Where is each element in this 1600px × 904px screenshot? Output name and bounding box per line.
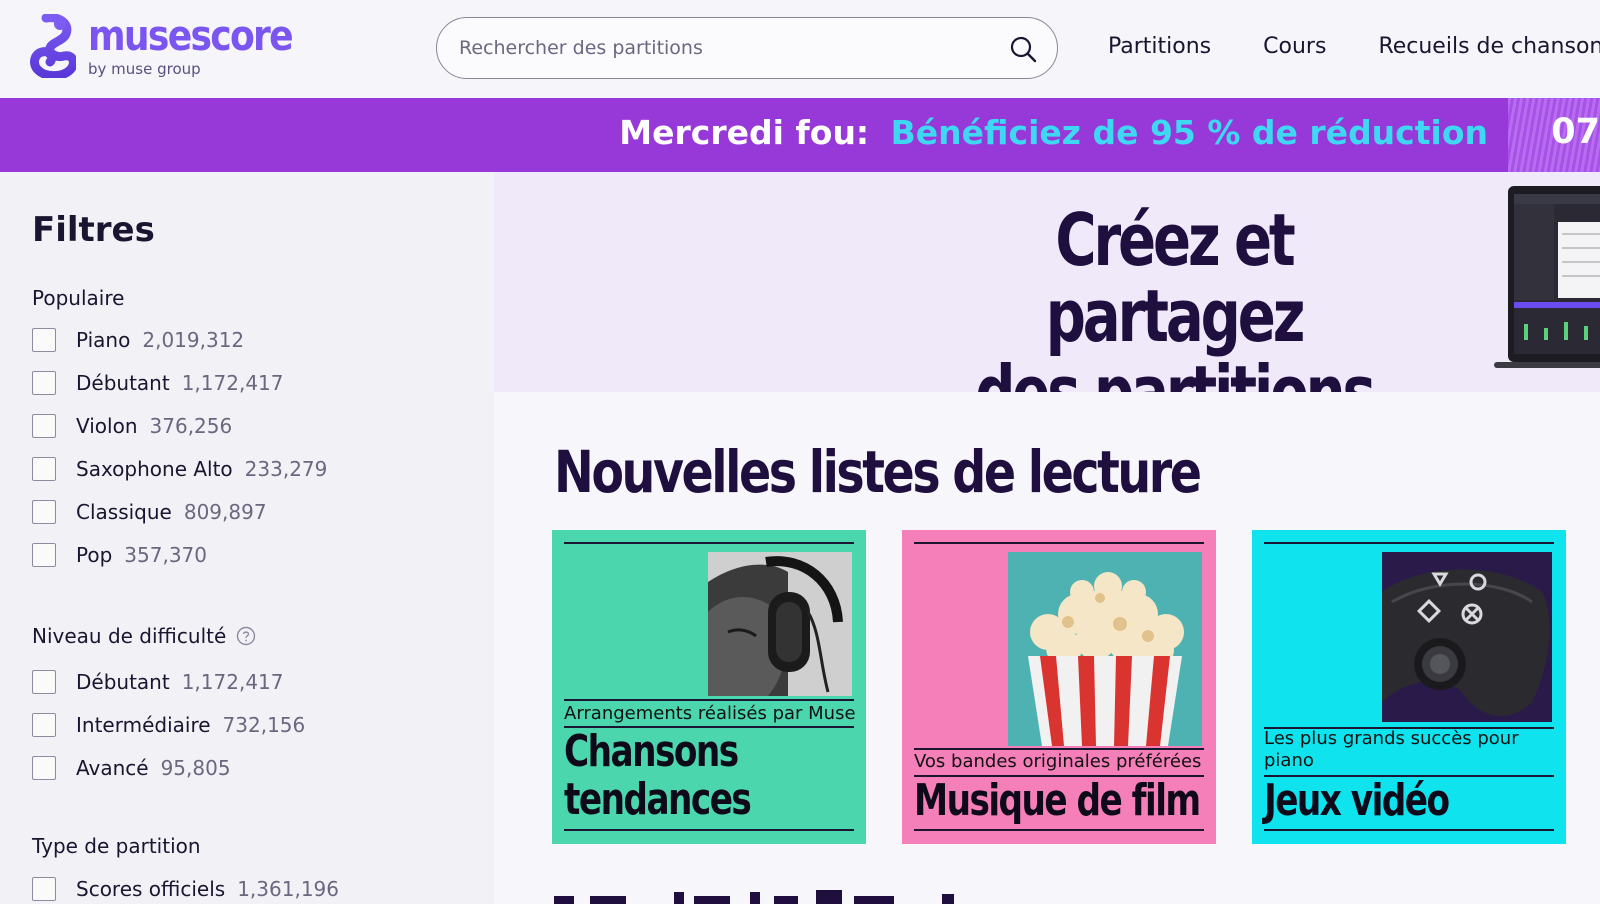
hero-title: Créez et partagez des partitions [956,202,1393,392]
card-rule [914,542,1204,544]
filter-count: 376,256 [149,414,233,438]
group-title-populaire: Populaire [32,286,124,310]
playlist-card-chansons-tendances[interactable]: Arrangements réalisés par Muse Chansons … [552,530,866,844]
cropped-heading-glyphs [554,890,954,904]
top-header: musescore by muse group Partitions Cours… [0,0,1600,98]
card-rule [564,699,854,701]
filter-count: 1,172,417 [181,670,284,694]
checkbox[interactable] [32,543,56,567]
card-rule [564,829,854,831]
group-title-label: Populaire [32,286,125,310]
filter-saxophone-alto[interactable]: Saxophone Alto 233,279 [32,456,327,482]
promo-offer: Bénéficiez de 95 % de réduction [890,113,1488,152]
filter-label: Intermédiaire [76,713,211,737]
card-subtitle: Les plus grands succès pour piano [1264,728,1519,771]
card-rule [564,542,854,544]
playlist-card-musique-de-film[interactable]: Vos bandes originales préférées Musique … [902,530,1216,844]
checkbox[interactable] [32,457,56,481]
promo-lead: Mercredi fou: [619,113,870,152]
card-title-line1: Chansons [564,726,739,777]
group-title-type: Type de partition [32,834,201,858]
popcorn-photo [1008,552,1202,746]
checkbox[interactable] [32,713,56,737]
section-title: Nouvelles listes de lecture [554,438,1202,506]
promo-message: Mercredi fou: Bénéficiez de 95 % de rédu… [619,113,1488,152]
card-rule [914,748,1204,750]
logo-wordmark: musescore [88,11,294,60]
card-subtitle: Arrangements réalisés par Muse [564,703,856,724]
search-bar [436,17,1058,79]
filter-count: 357,370 [124,543,207,567]
filter-count: 1,361,196 [237,877,339,901]
filter-label: Débutant [76,371,170,395]
laptop-illustration [1494,186,1600,368]
musescore-logo[interactable]: musescore by muse group [30,14,325,78]
filter-label: Piano [76,328,131,352]
gamepad-photo [1382,552,1552,722]
checkbox[interactable] [32,328,56,352]
search-input[interactable] [459,37,979,59]
checkbox[interactable] [32,414,56,438]
hero-title-line2: des partitions [975,350,1376,392]
filter-niveau-intermediaire[interactable]: Intermédiaire 732,156 [32,712,305,738]
filters-sidebar: Filtres Populaire Piano 2,019,312 Débutan… [0,172,494,904]
logo-tagline: by muse group [88,60,201,78]
filter-count: 233,279 [244,457,328,481]
filter-label: Scores officiels [76,877,226,901]
group-title-label: Niveau de difficulté [32,624,227,648]
filter-label: Débutant [76,670,170,694]
filter-count: 95,805 [160,756,231,780]
filter-count: 1,172,417 [181,371,284,395]
filter-count: 2,019,312 [142,328,245,352]
main-content: Nouvelles listes de lecture Arrangements… [494,392,1600,904]
promo-banner[interactable]: Mercredi fou: Bénéficiez de 95 % de rédu… [0,98,1600,172]
filter-label: Pop [76,543,113,567]
card-rule [1264,542,1554,544]
card-title-line2: tendances [564,774,752,825]
main-nav: Partitions Cours Recueils de chansons [1108,34,1600,59]
checkbox[interactable] [32,756,56,780]
filter-scores-officiels[interactable]: Scores officiels 1,361,196 [32,876,339,902]
checkbox[interactable] [32,371,56,395]
filter-count: 732,156 [222,713,306,737]
filter-debutant[interactable]: Débutant 1,172,417 [32,370,284,396]
filter-label: Classique [76,500,172,524]
next-section-title-cropped [554,886,954,904]
playlist-card-jeux-video[interactable]: Les plus grands succès pour piano Jeux v… [1252,530,1566,844]
card-title-line1: Musique de film [914,775,1201,826]
card-rule [1264,829,1554,831]
search-icon[interactable] [1009,35,1037,63]
filter-piano[interactable]: Piano 2,019,312 [32,327,244,353]
nav-partitions[interactable]: Partitions [1108,34,1211,59]
card-subtitle: Vos bandes originales préférées [914,751,1202,772]
filter-classique[interactable]: Classique 809,897 [32,499,267,525]
group-title-label: Type de partition [32,834,201,858]
card-title-line1: Jeux vidéo [1264,775,1450,826]
filter-niveau-debutant[interactable]: Débutant 1,172,417 [32,669,284,695]
musescore-logo-icon [30,14,76,78]
checkbox[interactable] [32,670,56,694]
filter-count: 809,897 [183,500,267,524]
nav-recueils[interactable]: Recueils de chansons [1378,34,1600,59]
checkbox[interactable] [32,500,56,524]
filter-label: Violon [76,414,138,438]
checkbox[interactable] [32,877,56,901]
nav-cours[interactable]: Cours [1263,34,1326,59]
hero-title-line1: Créez et partagez [1045,198,1306,358]
hero-banner[interactable]: Créez et partagez des partitions [494,172,1600,392]
group-title-difficulte: Niveau de difficulté [32,624,256,648]
help-icon[interactable] [236,626,256,646]
filter-niveau-avance[interactable]: Avancé 95,805 [32,755,231,781]
filter-label: Saxophone Alto [76,457,233,481]
filter-pop[interactable]: Pop 357,370 [32,542,207,568]
filter-violon[interactable]: Violon 376,256 [32,413,232,439]
card-rule [914,829,1204,831]
headphones-photo [708,552,852,696]
filter-label: Avancé [76,756,149,780]
filters-title: Filtres [32,210,155,250]
promo-countdown: 07 [1551,112,1600,152]
